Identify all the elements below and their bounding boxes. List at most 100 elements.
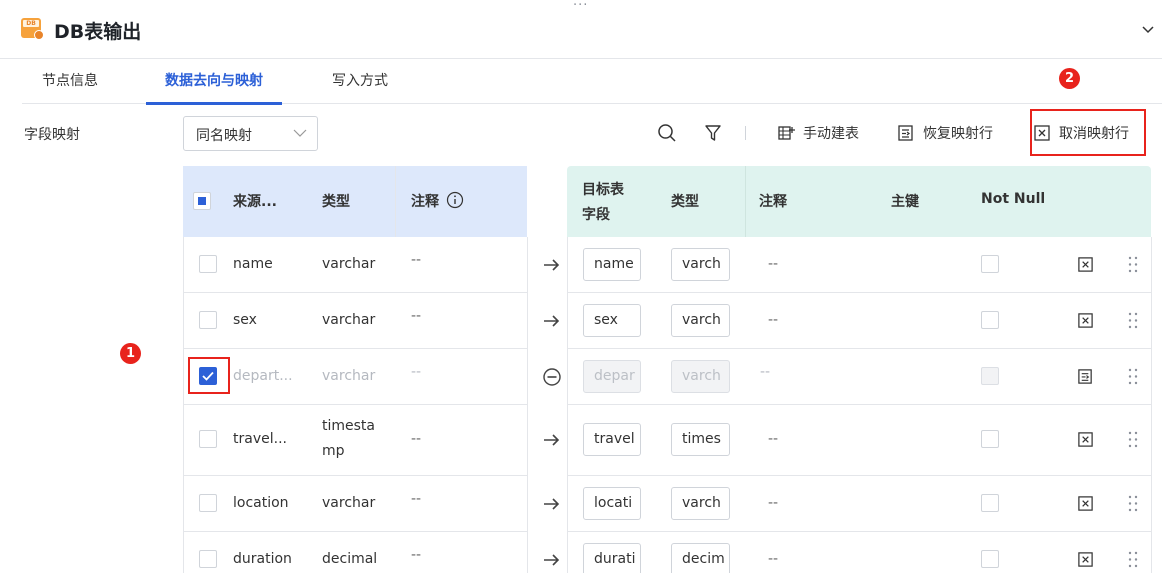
cancel-row-icon[interactable] bbox=[1077, 256, 1094, 273]
not-null-checkbox[interactable] bbox=[981, 367, 999, 385]
row-divider bbox=[567, 292, 1151, 293]
target-field-comment: -- bbox=[768, 495, 779, 511]
step-badge-2: 2 bbox=[1059, 68, 1080, 89]
arrow-right-icon bbox=[544, 498, 560, 510]
target-type-input[interactable]: varch bbox=[671, 304, 730, 337]
target-field-comment: -- bbox=[768, 256, 779, 272]
chevron-down-icon[interactable] bbox=[1140, 21, 1156, 37]
source-field-type-line1: timesta bbox=[322, 418, 375, 434]
header-not-null: Not Null bbox=[981, 191, 1046, 207]
target-field-input[interactable]: durati bbox=[583, 543, 641, 573]
target-type-input[interactable]: decim bbox=[671, 543, 730, 573]
tab-bar: 节点信息 数据去向与映射 写入方式 bbox=[22, 59, 1162, 105]
header-target-type: 类型 bbox=[671, 194, 699, 210]
target-type-input[interactable]: varch bbox=[671, 248, 730, 281]
header-source-type: 类型 bbox=[322, 194, 350, 210]
search-icon[interactable] bbox=[657, 123, 677, 143]
source-table-right-border bbox=[527, 237, 528, 573]
cancel-row-icon[interactable] bbox=[1077, 495, 1094, 512]
row-checkbox[interactable] bbox=[199, 494, 217, 512]
target-field-comment: -- bbox=[768, 312, 779, 328]
drag-handle-icon[interactable] bbox=[1127, 494, 1139, 513]
row-checkbox[interactable] bbox=[199, 430, 217, 448]
highlight-box-checkbox bbox=[188, 357, 230, 394]
source-field-type: decimal bbox=[322, 551, 378, 567]
source-field-type: varchar bbox=[322, 495, 376, 511]
row-divider bbox=[567, 404, 1151, 405]
source-field-name: name bbox=[233, 256, 273, 272]
column-divider bbox=[395, 166, 396, 237]
source-field-type: varchar bbox=[322, 256, 376, 272]
target-type-input[interactable]: varch bbox=[671, 360, 730, 393]
target-table-header: 目标表 字段 类型 注释 主键 Not Null bbox=[567, 166, 1151, 237]
target-field-input[interactable]: sex bbox=[583, 304, 641, 337]
row-divider bbox=[183, 348, 527, 349]
tab-node-info[interactable]: 节点信息 bbox=[42, 59, 98, 104]
source-field-comment: -- bbox=[411, 491, 422, 507]
header-target-field-line2: 字段 bbox=[582, 207, 610, 223]
filter-icon[interactable] bbox=[704, 124, 722, 142]
drag-handle-icon[interactable] bbox=[1127, 550, 1139, 569]
drag-handle-icon[interactable] bbox=[1127, 430, 1139, 449]
row-divider bbox=[183, 404, 527, 405]
source-table-header: 来源... 类型 注释 bbox=[183, 166, 527, 237]
field-mapping-label: 字段映射 bbox=[24, 127, 80, 143]
drag-handle-icon[interactable] bbox=[1127, 367, 1139, 386]
row-checkbox[interactable] bbox=[199, 255, 217, 273]
not-null-checkbox[interactable] bbox=[981, 550, 999, 568]
node-header: DB DB表输出 bbox=[0, 0, 1162, 59]
target-field-comment: -- bbox=[760, 364, 771, 380]
table-add-icon bbox=[778, 126, 795, 140]
source-table-left-border bbox=[183, 237, 184, 573]
arrow-right-icon bbox=[544, 434, 560, 446]
arrow-right-icon bbox=[544, 259, 560, 271]
source-field-name: depart... bbox=[233, 368, 293, 384]
target-table-left-border bbox=[567, 237, 568, 573]
header-target-comment: 注释 bbox=[759, 194, 787, 210]
source-field-comment: -- bbox=[411, 431, 422, 447]
row-checkbox[interactable] bbox=[199, 550, 217, 568]
row-divider bbox=[567, 348, 1151, 349]
select-all-checkbox[interactable] bbox=[193, 192, 211, 210]
target-field-input[interactable]: name bbox=[583, 248, 641, 281]
target-field-input[interactable]: locati bbox=[583, 487, 641, 520]
cancel-row-icon[interactable] bbox=[1077, 312, 1094, 329]
row-divider bbox=[183, 292, 527, 293]
not-null-checkbox[interactable] bbox=[981, 311, 999, 329]
source-field-name: travel... bbox=[233, 431, 287, 447]
not-null-checkbox[interactable] bbox=[981, 494, 999, 512]
source-field-name: sex bbox=[233, 312, 257, 328]
target-type-input[interactable]: times bbox=[671, 423, 730, 456]
arrow-right-icon bbox=[544, 315, 560, 327]
target-field-input[interactable]: depar bbox=[583, 360, 641, 393]
restore-row-icon bbox=[898, 125, 913, 141]
source-field-name: location bbox=[233, 495, 289, 511]
not-null-checkbox[interactable] bbox=[981, 430, 999, 448]
restore-row-icon[interactable] bbox=[1077, 368, 1094, 385]
cancel-row-icon[interactable] bbox=[1077, 431, 1094, 448]
tab-data-destination-mapping[interactable]: 数据去向与映射 bbox=[146, 59, 282, 105]
restore-mapping-row-label: 恢复映射行 bbox=[923, 126, 993, 142]
tab-write-method[interactable]: 写入方式 bbox=[332, 59, 388, 104]
db-output-icon: DB bbox=[21, 18, 44, 40]
chevron-down-icon bbox=[293, 129, 307, 137]
target-field-input[interactable]: travel bbox=[583, 423, 641, 456]
mapping-mode-select[interactable]: 同名映射 bbox=[183, 116, 318, 151]
source-field-name: duration bbox=[233, 551, 292, 567]
target-type-input[interactable]: varch bbox=[671, 487, 730, 520]
target-field-comment: -- bbox=[768, 551, 779, 567]
row-divider bbox=[567, 531, 1151, 532]
drag-handle-icon[interactable] bbox=[1127, 255, 1139, 274]
highlight-box-cancel-mapping bbox=[1030, 109, 1146, 156]
column-divider bbox=[745, 166, 746, 237]
restore-mapping-row-button[interactable]: 恢复映射行 bbox=[897, 122, 993, 144]
row-checkbox[interactable] bbox=[199, 311, 217, 329]
info-icon[interactable] bbox=[446, 191, 464, 209]
cancel-row-icon[interactable] bbox=[1077, 551, 1094, 568]
drag-handle-icon[interactable] bbox=[1127, 311, 1139, 330]
header-primary-key: 主键 bbox=[891, 194, 919, 210]
source-field-type: varchar bbox=[322, 368, 376, 384]
row-divider bbox=[183, 475, 527, 476]
not-null-checkbox[interactable] bbox=[981, 255, 999, 273]
manual-create-table-button[interactable]: 手动建表 bbox=[777, 122, 859, 144]
